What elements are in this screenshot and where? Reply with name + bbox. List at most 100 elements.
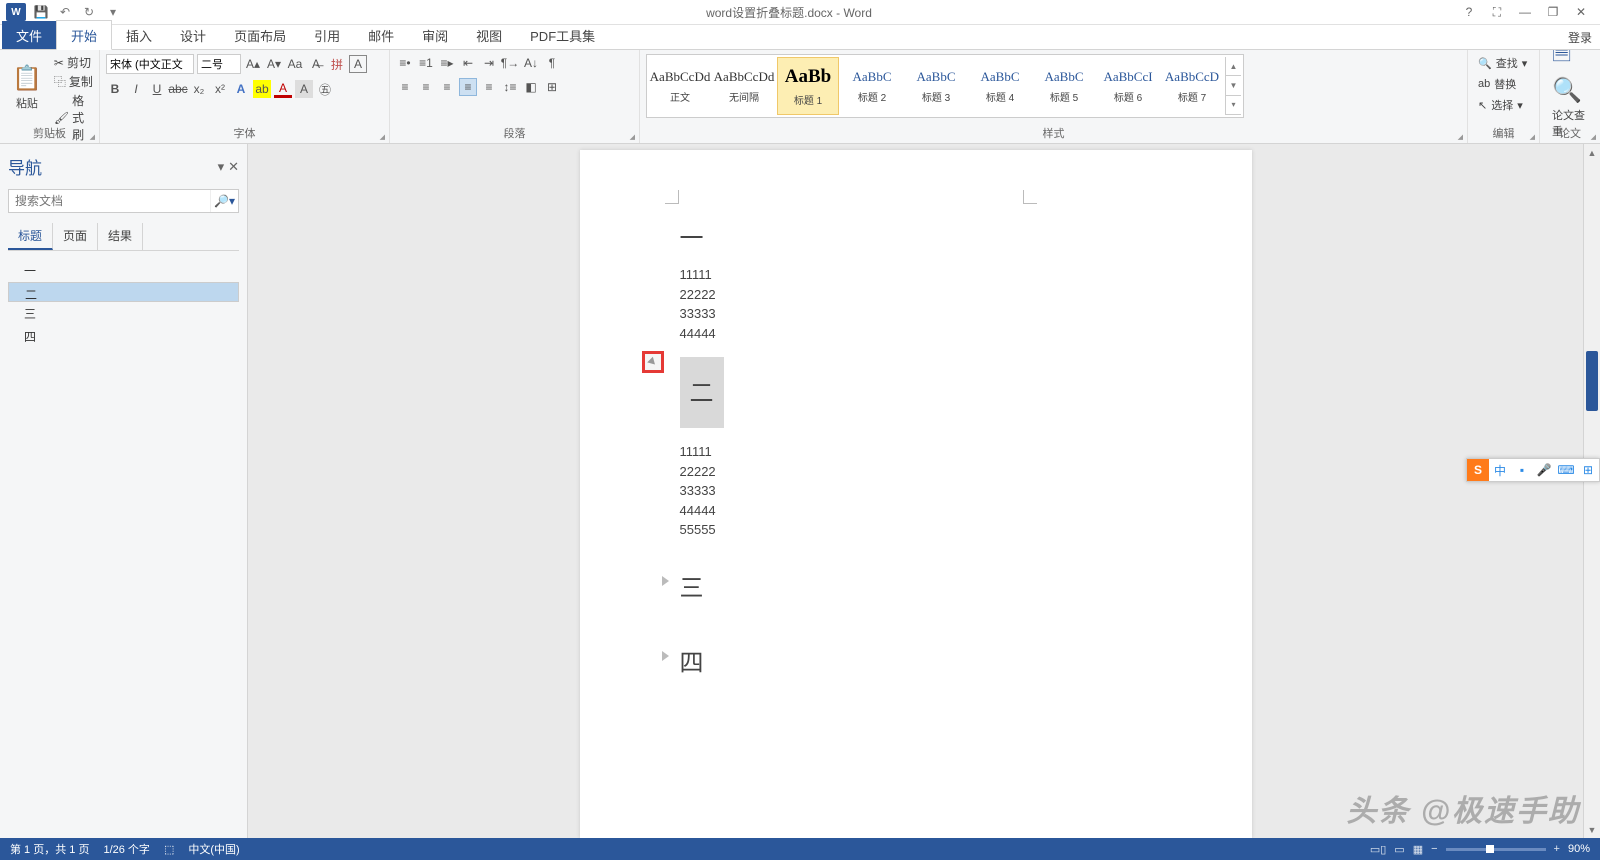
body-text[interactable]: 11111 (680, 442, 1152, 462)
tab-view[interactable]: 视图 (462, 21, 516, 49)
style-heading4[interactable]: AaBbC标题 4 (969, 57, 1031, 115)
grow-font-button[interactable]: A▴ (244, 55, 262, 73)
ime-punct-button[interactable]: ▪ (1511, 459, 1533, 481)
ime-lang-button[interactable]: 中 (1489, 459, 1511, 481)
nav-close-button[interactable]: ✕ (228, 159, 239, 175)
save-button[interactable]: 💾 (32, 3, 50, 21)
underline-button[interactable]: U (148, 80, 166, 98)
subscript-button[interactable]: x₂ (190, 80, 208, 98)
shrink-font-button[interactable]: A▾ (265, 55, 283, 73)
select-button[interactable]: ↖选择▾ (1474, 96, 1531, 114)
body-text[interactable]: 33333 (680, 481, 1152, 501)
shading-button[interactable]: ◧ (522, 78, 540, 96)
tab-review[interactable]: 审阅 (408, 21, 462, 49)
tab-home[interactable]: 开始 (56, 20, 112, 50)
copy-button[interactable]: ⿻复制 (54, 73, 93, 90)
word-count[interactable]: 1/26 个字 (103, 841, 149, 857)
style-nospacing[interactable]: AaBbCcDd无间隔 (713, 57, 775, 115)
ime-toolbar[interactable]: S 中 ▪ 🎤 ⌨ ⊞ (1466, 458, 1600, 482)
style-heading1[interactable]: AaBb标题 1 (777, 57, 839, 115)
heading-3[interactable]: 三 (680, 568, 1152, 603)
highlight-button[interactable]: ab (253, 80, 271, 98)
char-shading-button[interactable]: A (295, 80, 313, 98)
scroll-track[interactable] (1584, 161, 1600, 821)
heading-4[interactable]: 四 (680, 643, 1152, 678)
nav-tab-headings[interactable]: 标题 (8, 223, 53, 250)
style-heading7[interactable]: AaBbCcD标题 7 (1161, 57, 1223, 115)
gallery-down[interactable]: ▼ (1226, 76, 1241, 95)
ime-keyboard-button[interactable]: ⌨ (1555, 459, 1577, 481)
paper-check-button[interactable]: 🗎🔍 论文查重 (1546, 54, 1594, 120)
ltr-button[interactable]: ¶→ (501, 54, 519, 72)
sort-button[interactable]: A↓ (522, 54, 540, 72)
bullets-button[interactable]: ≡• (396, 54, 414, 72)
restore-button[interactable]: ❐ (1540, 3, 1566, 21)
zoom-in-button[interactable]: + (1554, 843, 1560, 855)
nav-tab-results[interactable]: 结果 (98, 223, 143, 250)
find-button[interactable]: 🔍查找▾ (1474, 54, 1531, 72)
page-indicator[interactable]: 第 1 页，共 1 页 (10, 841, 89, 857)
style-heading6[interactable]: AaBbCcI标题 6 (1097, 57, 1159, 115)
increase-indent-button[interactable]: ⇥ (480, 54, 498, 72)
collapse-toggle[interactable] (662, 651, 669, 661)
nav-item[interactable]: 一 (8, 259, 239, 282)
line-spacing-button[interactable]: ↕≡ (501, 78, 519, 96)
tab-layout[interactable]: 页面布局 (220, 21, 300, 49)
web-layout-button[interactable]: ▦ (1413, 843, 1423, 856)
collapse-toggle[interactable] (662, 576, 669, 586)
zoom-out-button[interactable]: − (1431, 843, 1437, 855)
change-case-button[interactable]: Aa (286, 55, 304, 73)
ime-logo-icon[interactable]: S (1467, 459, 1489, 481)
language-indicator[interactable]: 中文(中国) (188, 841, 239, 857)
borders-button[interactable]: ⊞ (543, 78, 561, 96)
tab-file[interactable]: 文件 (2, 21, 56, 49)
decrease-indent-button[interactable]: ⇤ (459, 54, 477, 72)
bold-button[interactable]: B (106, 80, 124, 98)
nav-options-button[interactable]: ▾ (218, 159, 225, 175)
tab-mailings[interactable]: 邮件 (354, 21, 408, 49)
style-normal[interactable]: AaBbCcDd正文 (649, 57, 711, 115)
scroll-thumb[interactable] (1586, 351, 1598, 411)
font-size-select[interactable] (197, 54, 241, 74)
tab-pdf[interactable]: PDF工具集 (516, 21, 609, 49)
document-area[interactable]: 一 11111 22222 33333 44444 二 11111 22222 … (248, 144, 1583, 838)
nav-item[interactable]: 四 (8, 325, 239, 348)
minimize-button[interactable]: — (1512, 3, 1538, 21)
distribute-button[interactable]: ≡ (480, 78, 498, 96)
redo-button[interactable]: ↻ (80, 3, 98, 21)
italic-button[interactable]: I (127, 80, 145, 98)
help-button[interactable]: ? (1456, 3, 1482, 21)
undo-button[interactable]: ↶ (56, 3, 74, 21)
ime-menu-button[interactable]: ⊞ (1577, 459, 1599, 481)
phonetic-button[interactable]: 拼 (328, 55, 346, 73)
char-border-button[interactable]: A (349, 55, 367, 73)
justify-button[interactable]: ≡ (459, 78, 477, 96)
tab-references[interactable]: 引用 (300, 21, 354, 49)
body-text[interactable]: 55555 (680, 520, 1152, 540)
search-input[interactable] (9, 190, 210, 212)
proofing-icon[interactable]: ⬚ (164, 843, 174, 856)
styles-gallery[interactable]: AaBbCcDd正文 AaBbCcDd无间隔 AaBb标题 1 AaBbC标题 … (646, 54, 1244, 118)
gallery-more[interactable]: ▾ (1226, 96, 1241, 115)
print-layout-button[interactable]: ▭ (1394, 843, 1404, 856)
zoom-slider[interactable] (1446, 848, 1546, 851)
signin-link[interactable]: 登录 (1568, 29, 1592, 46)
show-marks-button[interactable]: ¶ (543, 54, 561, 72)
qat-customize[interactable]: ▾ (104, 3, 122, 21)
body-text[interactable]: 22222 (680, 285, 1152, 305)
gallery-up[interactable]: ▲ (1226, 57, 1241, 76)
body-text[interactable]: 22222 (680, 462, 1152, 482)
font-color-button[interactable]: A (274, 80, 292, 98)
style-heading2[interactable]: AaBbC标题 2 (841, 57, 903, 115)
body-text[interactable]: 33333 (680, 304, 1152, 324)
style-heading3[interactable]: AaBbC标题 3 (905, 57, 967, 115)
ime-voice-button[interactable]: 🎤 (1533, 459, 1555, 481)
clear-formatting-button[interactable]: A̶ (307, 55, 325, 73)
collapse-toggle-highlighted[interactable] (642, 351, 664, 373)
style-heading5[interactable]: AaBbC标题 5 (1033, 57, 1095, 115)
nav-item[interactable]: 二 (8, 282, 239, 302)
tab-insert[interactable]: 插入 (112, 21, 166, 49)
align-right-button[interactable]: ≡ (438, 78, 456, 96)
multilevel-button[interactable]: ≡▸ (438, 54, 456, 72)
text-effects-button[interactable]: A (232, 80, 250, 98)
